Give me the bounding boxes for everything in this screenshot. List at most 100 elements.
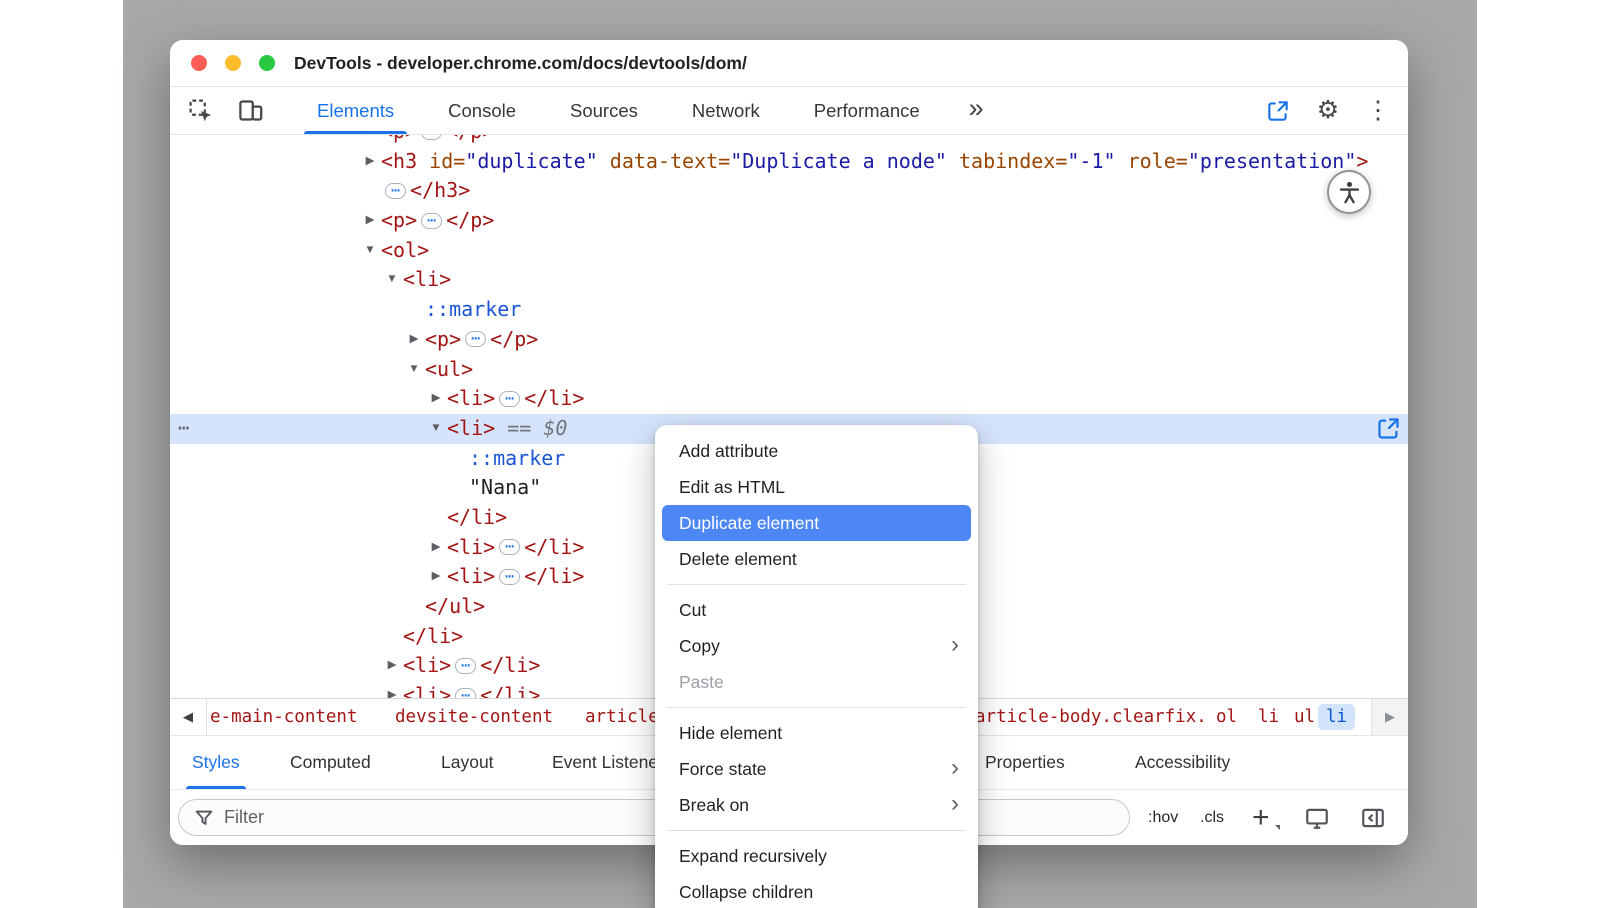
collapse-arrow-icon[interactable]: ▼ <box>362 236 378 266</box>
tab-elements[interactable]: Elements <box>290 87 421 134</box>
breadcrumb-item-ul[interactable]: ul <box>1294 707 1315 727</box>
dom-tree-row[interactable]: ▶<p>⋯</p> <box>170 135 1408 147</box>
expand-arrow-icon[interactable]: ▶ <box>428 562 444 592</box>
breadcrumb-scroll-right-button[interactable]: ▶ <box>1371 699 1408 735</box>
dom-token-tag: <p> <box>381 135 417 143</box>
expand-arrow-icon[interactable]: ▶ <box>406 325 422 355</box>
panel-tab-accessibility[interactable]: Accessibility <box>1135 736 1230 789</box>
breadcrumb-item-ol[interactable]: ol <box>1216 707 1237 727</box>
tab-performance[interactable]: Performance <box>787 87 947 134</box>
dom-row-content: <ul> <box>425 355 473 385</box>
dom-tree-row[interactable]: ▶<p>⋯</p> <box>170 206 1408 236</box>
dom-tree-row[interactable]: ▶<h3 id="duplicate" data-text="Duplicate… <box>170 147 1408 177</box>
breadcrumb-item-article[interactable]: article <box>585 707 659 727</box>
zoom-button[interactable] <box>259 55 275 71</box>
breadcrumb-item-li[interactable]: li <box>1258 707 1279 727</box>
expand-inline-icon[interactable]: ⋯ <box>421 213 442 229</box>
breadcrumb-scroll-left-button[interactable]: ◀ <box>170 699 207 735</box>
open-external-panel-icon[interactable] <box>1264 97 1292 125</box>
context-menu-item-duplicate-element[interactable]: Duplicate element <box>662 505 971 541</box>
tab-network[interactable]: Network <box>665 87 787 134</box>
panel-tab-properties[interactable]: Properties <box>985 736 1065 789</box>
submenu-chevron-icon: › <box>951 787 959 820</box>
expand-arrow-icon[interactable]: ▶ <box>384 651 400 681</box>
breadcrumb-item-article-body-clearfix[interactable]: article-body.clearfix. <box>975 707 1207 727</box>
submenu-chevron-icon: › <box>951 751 959 784</box>
context-menu-item-collapse-children[interactable]: Collapse children <box>662 874 971 908</box>
submenu-chevron-icon: › <box>951 628 959 661</box>
dom-tree-row[interactable]: ▼<ol> <box>170 236 1408 266</box>
dom-row-content: ⋯</h3> <box>381 176 470 206</box>
dom-tree-row[interactable]: ▼<li> <box>170 265 1408 295</box>
expand-inline-icon[interactable]: ⋯ <box>499 391 520 407</box>
toggle-sidebar-icon[interactable] <box>1360 805 1386 831</box>
collapse-arrow-icon[interactable]: ▼ <box>406 355 422 385</box>
panel-tab-styles[interactable]: Styles <box>192 736 240 789</box>
filter-input[interactable]: Filter <box>178 799 1130 836</box>
expand-inline-icon[interactable]: ⋯ <box>499 569 520 585</box>
panel-tab-computed[interactable]: Computed <box>290 736 371 789</box>
dom-row-content: <li>⋯</li> <box>447 562 584 592</box>
dom-token-tag: </li> <box>524 535 584 559</box>
expand-inline-icon[interactable]: ⋯ <box>455 658 476 674</box>
expand-arrow-icon[interactable]: ▶ <box>428 384 444 414</box>
breadcrumb-item-devsite-content[interactable]: devsite-content <box>395 707 553 727</box>
expand-arrow-icon[interactable]: ▶ <box>362 135 378 147</box>
kebab-menu-icon[interactable]: ⋮ <box>1364 97 1392 125</box>
context-menu-item-hide-element[interactable]: Hide element <box>662 715 971 751</box>
accessibility-button[interactable] <box>1327 170 1371 214</box>
toggle-element-classes-button[interactable]: .cls <box>1200 809 1224 827</box>
dom-tree-row[interactable]: ⋯</h3> <box>170 176 1408 206</box>
expand-arrow-icon[interactable]: ▶ <box>428 533 444 563</box>
minimize-button[interactable] <box>225 55 241 71</box>
dom-token-tag: </li> <box>524 564 584 588</box>
context-menu-item-copy[interactable]: Copy› <box>662 628 971 664</box>
context-menu-item-delete-element[interactable]: Delete element <box>662 541 971 577</box>
context-menu-item-add-attribute[interactable]: Add attribute <box>662 433 971 469</box>
panel-tab-layout[interactable]: Layout <box>441 736 494 789</box>
context-menu-item-force-state[interactable]: Force state› <box>662 751 971 787</box>
breadcrumb-item-li[interactable]: li <box>1318 704 1355 730</box>
filter-funnel-icon <box>193 807 215 829</box>
dom-tree-row[interactable]: ▼<ul> <box>170 355 1408 385</box>
dom-token-text: "Nana" <box>469 475 541 499</box>
context-menu-item-cut[interactable]: Cut <box>662 592 971 628</box>
expand-inline-icon[interactable]: ⋯ <box>455 688 476 698</box>
close-button[interactable] <box>191 55 207 71</box>
expand-inline-icon[interactable]: ⋯ <box>421 135 442 140</box>
dom-row-content: <h3 id="duplicate" data-text="Duplicate … <box>381 147 1368 177</box>
expand-inline-icon[interactable]: ⋯ <box>499 539 520 555</box>
context-menu-item-expand-recursively[interactable]: Expand recursively <box>662 838 971 874</box>
collapse-arrow-icon[interactable]: ▼ <box>384 265 400 295</box>
context-menu-divider <box>667 707 966 708</box>
tab-console[interactable]: Console <box>421 87 543 134</box>
node-overlay-badge-icon[interactable] <box>1375 415 1402 442</box>
expand-arrow-icon[interactable]: ▶ <box>362 206 378 236</box>
devtools-toolbar: ElementsConsoleSourcesNetworkPerformance… <box>170 87 1408 135</box>
expand-arrow-icon[interactable]: ▶ <box>362 147 378 177</box>
accessibility-person-icon <box>1336 179 1363 206</box>
breadcrumb-item-e-main-content[interactable]: e-main-content <box>210 707 358 727</box>
dom-token-val: "-1" <box>1067 149 1115 173</box>
toolbar-right-actions: ⚙ ⋮ <box>1264 87 1392 134</box>
context-menu-item-break-on[interactable]: Break on› <box>662 787 971 823</box>
expand-inline-icon[interactable]: ⋯ <box>385 183 406 199</box>
filter-placeholder: Filter <box>224 807 264 828</box>
dom-tree-row[interactable]: ::marker <box>170 295 1408 325</box>
device-toolbar-icon[interactable] <box>236 97 264 125</box>
dom-row-content: <p>⋯</p> <box>425 325 538 355</box>
dom-tree-row[interactable]: ▶<p>⋯</p> <box>170 325 1408 355</box>
new-style-rule-button[interactable]: + <box>1252 803 1270 833</box>
expand-arrow-icon[interactable]: ▶ <box>384 681 400 698</box>
inspect-icon[interactable] <box>186 97 214 125</box>
context-menu-item-edit-as-html[interactable]: Edit as HTML <box>662 469 971 505</box>
row-actions-icon[interactable]: ⋯ <box>178 414 189 444</box>
more-tabs-icon[interactable]: » <box>969 95 984 127</box>
expand-inline-icon[interactable]: ⋯ <box>465 331 486 347</box>
collapse-arrow-icon[interactable]: ▼ <box>428 414 444 444</box>
dom-tree-row[interactable]: ▶<li>⋯</li> <box>170 384 1408 414</box>
settings-gear-icon[interactable]: ⚙ <box>1314 97 1342 125</box>
toggle-pseudo-classes-button[interactable]: :hov <box>1148 809 1178 827</box>
rendering-format-icon[interactable] <box>1304 805 1330 831</box>
tab-sources[interactable]: Sources <box>543 87 665 134</box>
